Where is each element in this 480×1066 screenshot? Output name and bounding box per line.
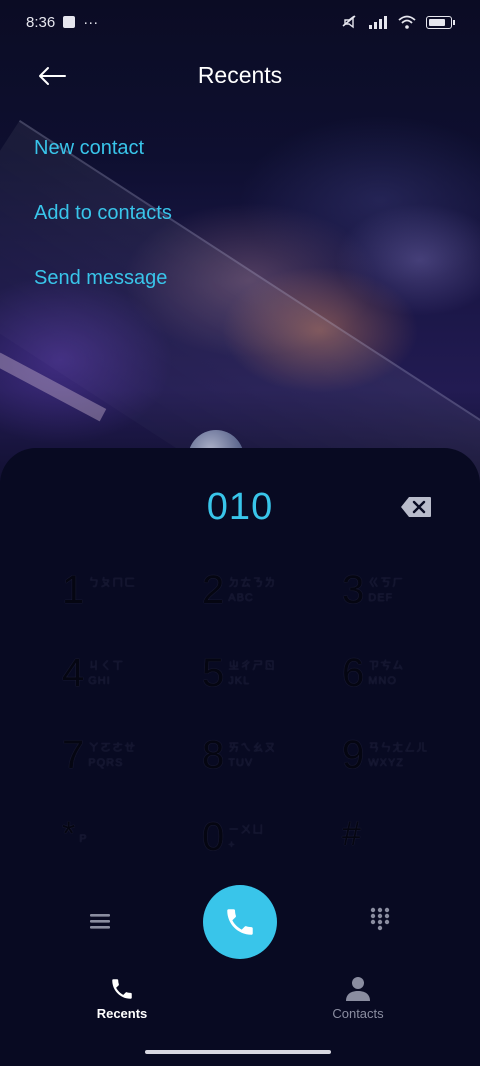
key-bopomofo: ㄉㄊㄋㄌ — [228, 577, 277, 589]
mute-icon — [342, 15, 356, 29]
key-digit: 7 — [62, 733, 85, 777]
tab-recents[interactable]: Recents — [62, 976, 182, 1021]
phone-icon — [112, 979, 132, 999]
key-digit: 3 — [342, 568, 365, 612]
key-star[interactable]: * P — [62, 815, 202, 885]
bottom-nav: Recents Contacts — [0, 976, 480, 1036]
key-bopomofo: ㄓㄔㄕㄖ — [228, 660, 277, 672]
key-letters: PQRS — [88, 757, 124, 769]
dialer-sheet: 010 1 ㄅㄆㄇㄈ 2 ㄉㄊㄋㄌ ABC 3 ㄍㄎㄏ DEF 4 ㄐㄑㄒ GHI 5… — [0, 448, 480, 1066]
key-digit: 0 — [202, 815, 225, 859]
add-to-contacts-link[interactable]: Add to contacts — [34, 195, 172, 260]
key-letters: + — [228, 839, 236, 851]
key-bopomofo: ㄧㄨㄩ — [228, 824, 265, 836]
key-7[interactable]: 7 ㄚㄛㄜㄝ PQRS — [62, 733, 202, 803]
key-1[interactable]: 1 ㄅㄆㄇㄈ — [62, 568, 202, 638]
key-digit: 4 — [62, 651, 85, 695]
key-letters: TUV — [228, 757, 254, 769]
key-bopomofo: ㄢㄣㄤㄥㄦ — [368, 742, 429, 754]
backspace-icon[interactable] — [400, 496, 432, 518]
phone-icon — [227, 909, 253, 935]
page-title: Recents — [197, 62, 283, 88]
key-2[interactable]: 2 ㄉㄊㄋㄌ ABC — [202, 568, 342, 638]
battery-icon — [426, 15, 455, 29]
key-bopomofo: ㄍㄎㄏ — [368, 577, 405, 589]
key-9[interactable]: 9 ㄢㄣㄤㄥㄦ WXYZ — [342, 733, 480, 803]
key-bopomofo: ㄞㄟㄠㄡ — [228, 742, 277, 754]
notification-icon — [63, 16, 76, 28]
key-digit: 5 — [202, 651, 225, 695]
menu-icon[interactable] — [86, 907, 114, 935]
key-3[interactable]: 3 ㄍㄎㄏ DEF — [342, 568, 480, 638]
key-digit: 9 — [342, 733, 365, 777]
key-bopomofo: ㄅㄆㄇㄈ — [88, 577, 137, 589]
key-bopomofo: ㄚㄛㄜㄝ — [88, 742, 137, 754]
key-0[interactable]: 0 ㄧㄨㄩ + — [202, 815, 342, 885]
home-indicator[interactable] — [145, 1050, 331, 1054]
key-digit: 6 — [342, 651, 365, 695]
dialer-controls — [0, 883, 480, 963]
call-button[interactable] — [203, 885, 277, 959]
status-time: 8:36 — [26, 13, 56, 31]
wifi-icon — [398, 15, 416, 29]
key-bopomofo: ㄐㄑㄒ — [88, 660, 125, 672]
tab-contacts[interactable]: Contacts — [298, 976, 418, 1021]
key-5[interactable]: 5 ㄓㄔㄕㄖ JKL — [202, 651, 342, 721]
key-bopomofo: ㄗㄘㄙ — [368, 660, 405, 672]
header: Recents — [0, 48, 480, 104]
key-8[interactable]: 8 ㄞㄟㄠㄡ TUV — [202, 733, 342, 803]
key-digit: * — [62, 815, 76, 853]
dialpad-toggle-icon[interactable] — [366, 905, 394, 933]
key-digit: # — [342, 815, 361, 853]
status-bar: 8:36 ··· — [0, 0, 480, 44]
key-digit: 8 — [202, 733, 225, 777]
key-letters: ABC — [228, 592, 254, 604]
key-digit: 2 — [202, 568, 225, 612]
key-hash[interactable]: # — [342, 815, 480, 885]
key-letters: GHI — [88, 675, 111, 687]
number-options: New contact Add to contacts Send message — [34, 130, 172, 325]
key-letters: DEF — [368, 592, 394, 604]
key-6[interactable]: 6 ㄗㄘㄙ MNO — [342, 651, 480, 721]
status-more: ··· — [83, 13, 99, 31]
send-message-link[interactable]: Send message — [34, 260, 172, 325]
key-4[interactable]: 4 ㄐㄑㄒ GHI — [62, 651, 202, 721]
signal-icon — [369, 16, 387, 29]
key-letters: WXYZ — [368, 757, 405, 769]
tab-recents-label: Recents — [96, 1006, 148, 1021]
person-icon — [346, 977, 370, 1001]
new-contact-link[interactable]: New contact — [34, 130, 172, 195]
key-letters: MNO — [368, 675, 397, 687]
tab-contacts-label: Contacts — [332, 1006, 384, 1021]
key-letters: P — [79, 833, 88, 845]
key-letters: JKL — [228, 675, 251, 687]
key-digit: 1 — [62, 568, 85, 612]
